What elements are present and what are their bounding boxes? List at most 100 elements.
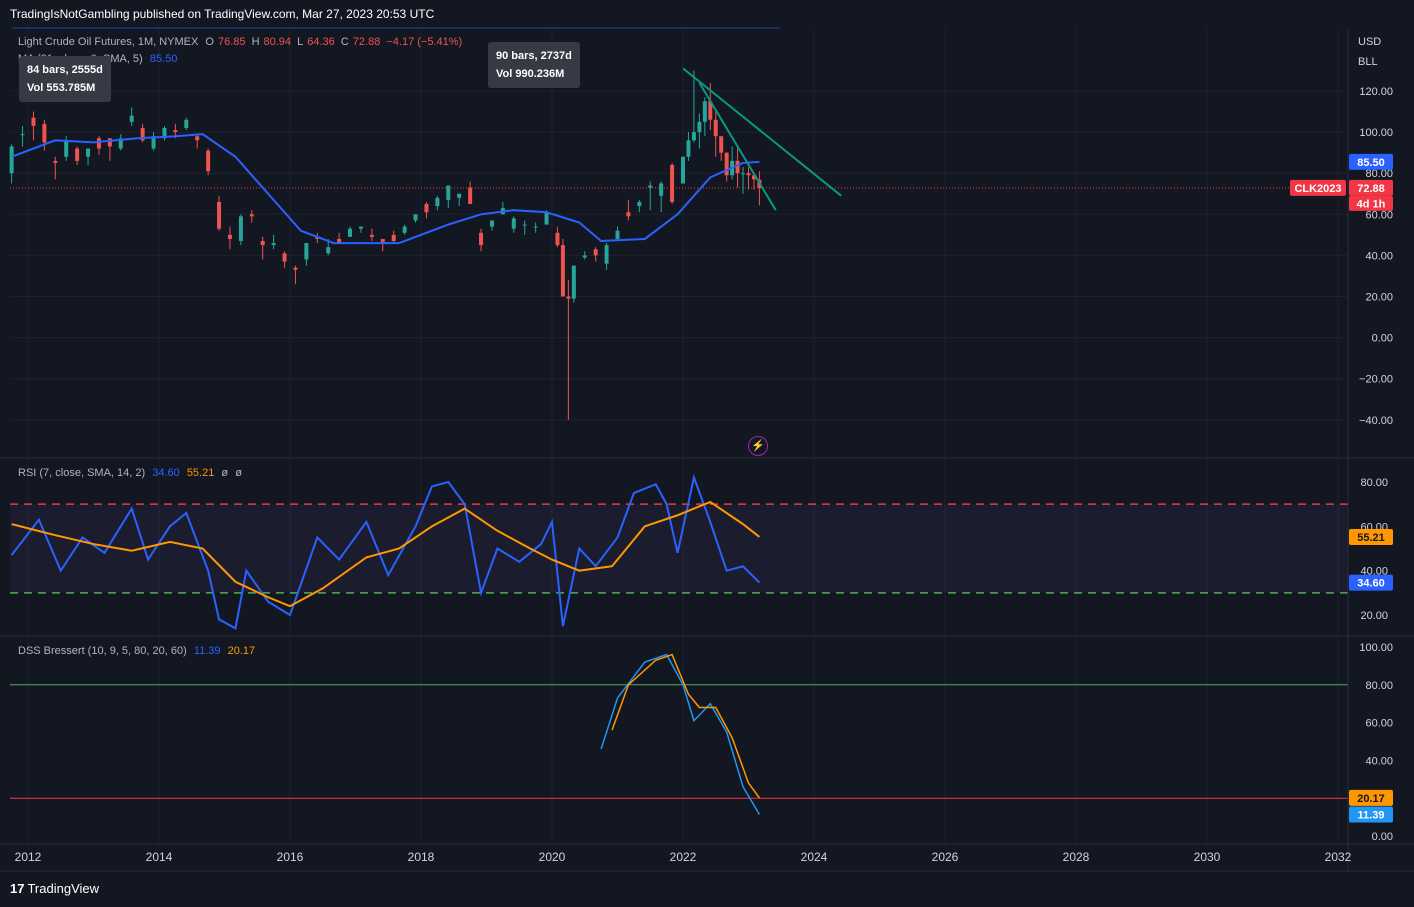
dss-line: [600, 653, 761, 815]
rsi-label[interactable]: RSI (7, close, SMA, 14, 2): [18, 467, 145, 479]
high-value: 80.94: [263, 36, 292, 48]
price-tick-label: 100.00: [1359, 127, 1393, 139]
time-tick-label: 2030: [1194, 850, 1221, 864]
price-tick-label: 80.00: [1365, 168, 1393, 180]
dss-tick-label: 100.00: [1359, 642, 1393, 654]
lightning-icon[interactable]: ⚡: [748, 436, 768, 456]
dss-value-tag: 11.39: [1358, 809, 1385, 821]
candle-body: [648, 185, 653, 188]
candle-body: [724, 152, 729, 176]
time-tick-label: 2028: [1063, 850, 1090, 864]
candle-body: [173, 130, 178, 133]
candle-body: [326, 247, 331, 254]
candle-body: [413, 214, 418, 221]
candle-body: [129, 115, 134, 122]
candle-body: [271, 243, 276, 246]
tradingview-logo[interactable]: 17 TradingView: [10, 881, 99, 896]
candle-body: [479, 232, 484, 246]
candle-body: [468, 187, 473, 205]
dss-tick-label: 60.00: [1365, 718, 1393, 730]
candle-body: [260, 241, 265, 246]
tooltip-volume: Vol 553.785M: [27, 82, 96, 94]
rsi-tick-label: 20.00: [1360, 610, 1388, 622]
open-label: O: [205, 36, 214, 48]
candle-body: [391, 234, 396, 242]
candle-body: [402, 226, 407, 233]
ma-value: 85.50: [149, 53, 178, 65]
candle-body: [195, 136, 200, 141]
candle-body: [358, 226, 363, 229]
symbol-title[interactable]: Light Crude Oil Futures, 1M, NYMEX: [18, 36, 198, 48]
price-tick-label: 120.00: [1359, 86, 1393, 98]
low-label: L: [297, 36, 304, 48]
dss-tick-label: 0.00: [1372, 831, 1393, 843]
price-tick-label: −20.00: [1359, 374, 1393, 386]
tooltip-volume: Vol 990.236M: [496, 68, 565, 80]
time-tick-label: 2016: [277, 850, 304, 864]
candle-body: [637, 201, 642, 207]
candle-body: [713, 119, 718, 137]
measure-tooltip-left: 84 bars, 2555d Vol 553.785M: [19, 56, 111, 102]
price-tick-label: 0.00: [1372, 333, 1393, 345]
published-caption: TradingIsNotGambling published on Tradin…: [10, 7, 435, 21]
dss-label[interactable]: DSS Bressert (10, 9, 5, 80, 20, 60): [18, 645, 187, 657]
time-tick-label: 2026: [932, 850, 959, 864]
candle-body: [670, 164, 675, 202]
last-price-tag: 72.88: [1357, 183, 1385, 195]
candle-body: [238, 216, 243, 242]
price-tick-label: 20.00: [1365, 292, 1393, 304]
candle-body: [348, 228, 353, 237]
main-legend: Light Crude Oil Futures, 1M, NYMEX O 76.8…: [18, 36, 466, 48]
candle-body: [184, 119, 189, 128]
ma-line: [11, 133, 760, 245]
time-tick-label: 2014: [146, 850, 173, 864]
trading-chart[interactable]: USD BLL 120.00 100.00 80.00 60.00 40.00 20.00 0.…: [0, 0, 1414, 907]
rsi-extra-1: ø: [221, 467, 229, 479]
dss-tick-label: 40.00: [1365, 755, 1393, 767]
rsi-ma-tag: 55.21: [1357, 532, 1385, 544]
candle-body: [249, 214, 254, 217]
candle-body: [446, 185, 451, 200]
candle-body: [511, 218, 516, 229]
candle-body: [75, 148, 80, 161]
candle-body: [697, 121, 702, 133]
candle-body: [9, 146, 14, 174]
close-label: C: [340, 36, 349, 48]
symbol-tag: CLK2023: [1294, 183, 1341, 195]
candle-body: [424, 204, 429, 213]
rsi-extra-2: ø: [235, 467, 242, 479]
candle-body: [691, 132, 696, 141]
candle-body: [53, 160, 58, 163]
tooltip-bars: 90 bars, 2737d: [496, 50, 572, 62]
dss-value: 11.39: [193, 645, 221, 657]
candle-body: [681, 156, 685, 184]
candle-body: [560, 245, 565, 297]
unit-label: BLL: [1358, 56, 1378, 68]
time-tick-label: 2032: [1325, 850, 1352, 864]
candle-body: [566, 296, 571, 299]
candle-body: [741, 173, 746, 175]
candle-body: [489, 220, 494, 227]
rsi-tick-label: 80.00: [1360, 477, 1388, 489]
close-value: 72.88: [352, 36, 381, 48]
change-value: −4.17 (−5.41%): [386, 36, 463, 48]
candle-body: [31, 117, 36, 126]
candle-body: [369, 234, 374, 237]
measure-tooltip-right: 90 bars, 2737d Vol 990.236M: [488, 42, 580, 88]
candle-body: [686, 140, 691, 157]
rsi-value-tag: 34.60: [1357, 578, 1385, 590]
candle-body: [206, 150, 211, 172]
candle-body: [746, 173, 751, 176]
low-value: 64.36: [307, 36, 335, 48]
currency-label: USD: [1358, 36, 1381, 48]
candle-body: [435, 197, 440, 207]
dss-legend: DSS Bressert (10, 9, 5, 80, 20, 60) 11.3…: [18, 645, 259, 657]
time-tick-label: 2024: [801, 850, 828, 864]
candle-body: [86, 148, 91, 157]
time-tick-label: 2018: [408, 850, 435, 864]
candle-body: [282, 253, 287, 262]
candle-body: [626, 212, 631, 217]
price-tick-label: −40.00: [1359, 415, 1393, 427]
time-tick-label: 2012: [15, 850, 42, 864]
dss-signal-tag: 20.17: [1357, 793, 1385, 805]
